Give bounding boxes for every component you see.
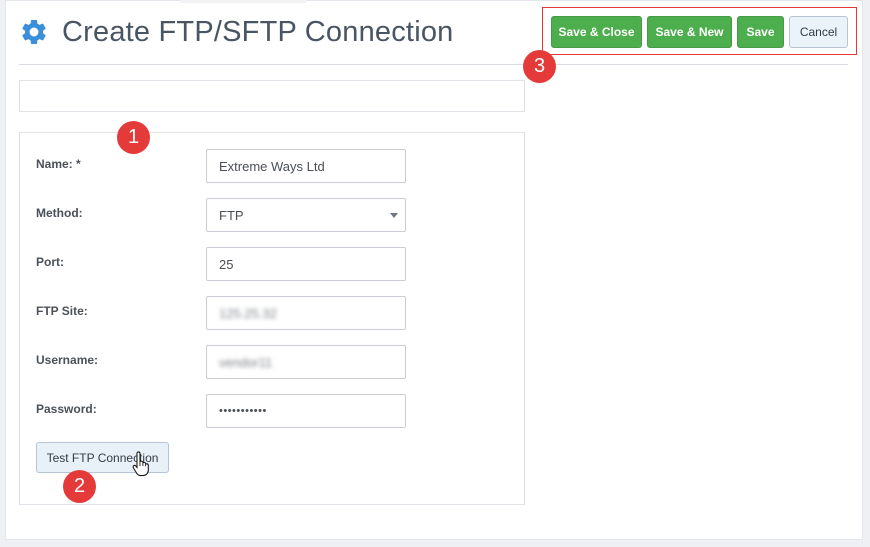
method-selected-value: FTP (219, 207, 244, 223)
save-close-button[interactable]: Save & Close (551, 16, 642, 48)
username-value: vendor11 (219, 354, 273, 370)
method-select[interactable]: FTP (206, 198, 406, 232)
cancel-button[interactable]: Cancel (789, 16, 848, 48)
method-label: Method: (36, 206, 83, 220)
port-label: Port: (36, 255, 64, 269)
ftp-site-value: 125.25.32 (219, 305, 277, 321)
username-label: Username: (36, 353, 99, 367)
step-marker-1: 1 (117, 121, 150, 154)
empty-panel (19, 80, 525, 112)
save-button[interactable]: Save (737, 16, 784, 48)
page-header: Create FTP/SFTP Connection (19, 12, 454, 52)
password-label: Password: (36, 402, 97, 416)
hand-pointer-icon (132, 451, 149, 477)
header-divider (19, 64, 848, 65)
step-marker-2: 2 (63, 470, 96, 503)
chevron-down-icon (390, 213, 398, 218)
port-input[interactable]: 25 (206, 247, 406, 281)
gear-icon (22, 19, 46, 44)
password-input[interactable]: ••••••••••• (206, 394, 406, 428)
page-title: Create FTP/SFTP Connection (62, 15, 454, 48)
top-tab-indicator (180, 0, 306, 3)
step-marker-3: 3 (523, 50, 556, 83)
name-label: Name: * (36, 157, 81, 171)
username-input[interactable]: vendor11 (206, 345, 406, 379)
ftp-site-label: FTP Site: (36, 304, 88, 318)
name-input[interactable]: Extreme Ways Ltd (206, 149, 406, 183)
ftp-site-input[interactable]: 125.25.32 (206, 296, 406, 330)
save-new-button[interactable]: Save & New (647, 16, 732, 48)
